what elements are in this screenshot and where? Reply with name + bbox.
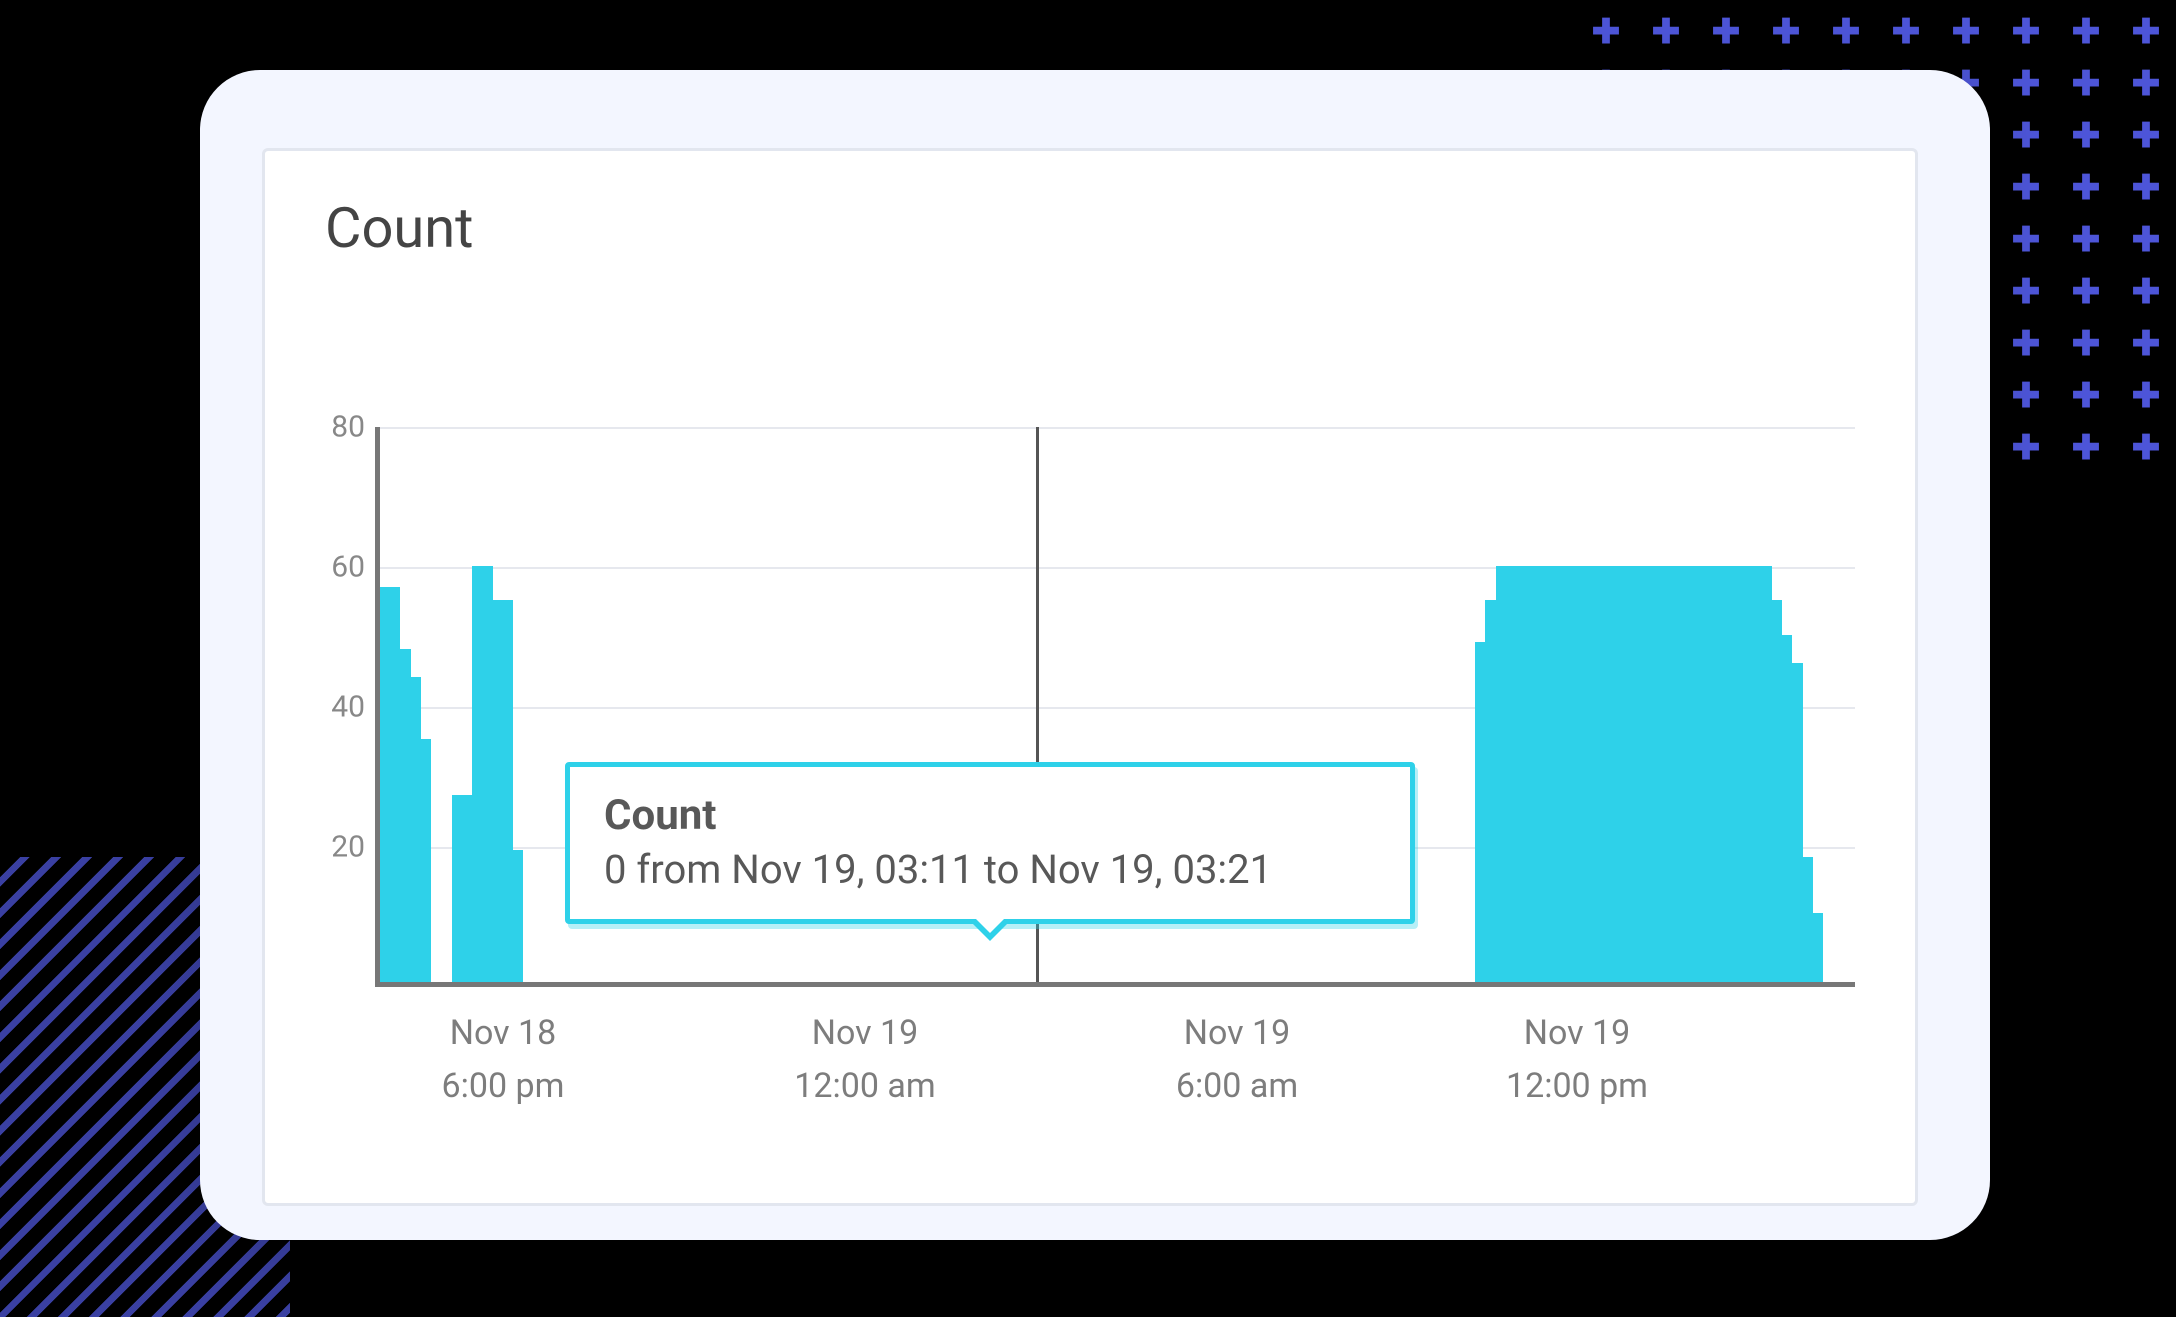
bar[interactable] <box>1659 566 1669 982</box>
bar[interactable] <box>1762 566 1772 982</box>
y-tick-label: 20 <box>321 830 365 865</box>
bar[interactable] <box>1526 566 1536 982</box>
bar[interactable] <box>380 587 390 982</box>
tooltip-body: 0 from Nov 19, 03:11 to Nov 19, 03:21 <box>604 846 1376 893</box>
y-tick-label: 40 <box>321 690 365 725</box>
bar[interactable] <box>1731 566 1741 982</box>
bar[interactable] <box>1577 566 1587 982</box>
bar[interactable] <box>452 795 462 982</box>
bar[interactable] <box>1629 566 1639 982</box>
bar[interactable] <box>1710 566 1720 982</box>
bar[interactable] <box>390 587 400 982</box>
x-tick-label: Nov 1912:00 am <box>794 1007 935 1112</box>
bar[interactable] <box>503 600 513 982</box>
bar[interactable] <box>1496 566 1506 982</box>
bar[interactable] <box>482 566 492 982</box>
bar[interactable] <box>1536 566 1546 982</box>
chart-tooltip: Count 0 from Nov 19, 03:11 to Nov 19, 03… <box>565 762 1415 924</box>
y-tick-label: 60 <box>321 550 365 585</box>
bar[interactable] <box>1813 913 1823 982</box>
bar[interactable] <box>1506 566 1516 982</box>
bar[interactable] <box>493 600 503 982</box>
bar[interactable] <box>1547 566 1557 982</box>
bar[interactable] <box>1792 663 1802 982</box>
bar[interactable] <box>1680 566 1690 982</box>
bar[interactable] <box>1690 566 1700 982</box>
tooltip-title: Count <box>604 791 1376 840</box>
plot[interactable]: 20406080 Nov 186:00 pmNov 1912:00 amNov … <box>325 427 1855 987</box>
chart-title: Count <box>325 195 474 261</box>
bar[interactable] <box>1608 566 1618 982</box>
bar[interactable] <box>1782 635 1792 982</box>
y-tick-label: 80 <box>321 410 365 445</box>
bar[interactable] <box>1598 566 1608 982</box>
x-tick-label: Nov 196:00 am <box>1176 1007 1298 1112</box>
bar[interactable] <box>1475 642 1485 982</box>
bar[interactable] <box>1670 566 1680 982</box>
bar[interactable] <box>1557 566 1567 982</box>
bar[interactable] <box>1700 566 1710 982</box>
chart-panel: Count 20406080 Nov 186:00 pmNov 1912:00 … <box>262 148 1918 1206</box>
bar[interactable] <box>1721 566 1731 982</box>
bar[interactable] <box>1649 566 1659 982</box>
bar[interactable] <box>400 649 410 982</box>
bar[interactable] <box>1741 566 1751 982</box>
x-tick-label: Nov 186:00 pm <box>442 1007 565 1112</box>
bar[interactable] <box>421 739 431 982</box>
bar[interactable] <box>1588 566 1598 982</box>
bar[interactable] <box>1751 566 1761 982</box>
bar[interactable] <box>1803 857 1813 982</box>
bar[interactable] <box>513 850 523 982</box>
bar[interactable] <box>472 566 482 982</box>
bar[interactable] <box>1516 566 1526 982</box>
bar[interactable] <box>462 795 472 982</box>
bar[interactable] <box>1618 566 1628 982</box>
bar[interactable] <box>1639 566 1649 982</box>
card-outer: Count 20406080 Nov 186:00 pmNov 1912:00 … <box>200 70 1990 1240</box>
bar[interactable] <box>411 677 421 982</box>
bar[interactable] <box>1485 600 1495 982</box>
bar[interactable] <box>1567 566 1577 982</box>
bar[interactable] <box>1772 600 1782 982</box>
x-tick-label: Nov 1912:00 pm <box>1506 1007 1648 1112</box>
